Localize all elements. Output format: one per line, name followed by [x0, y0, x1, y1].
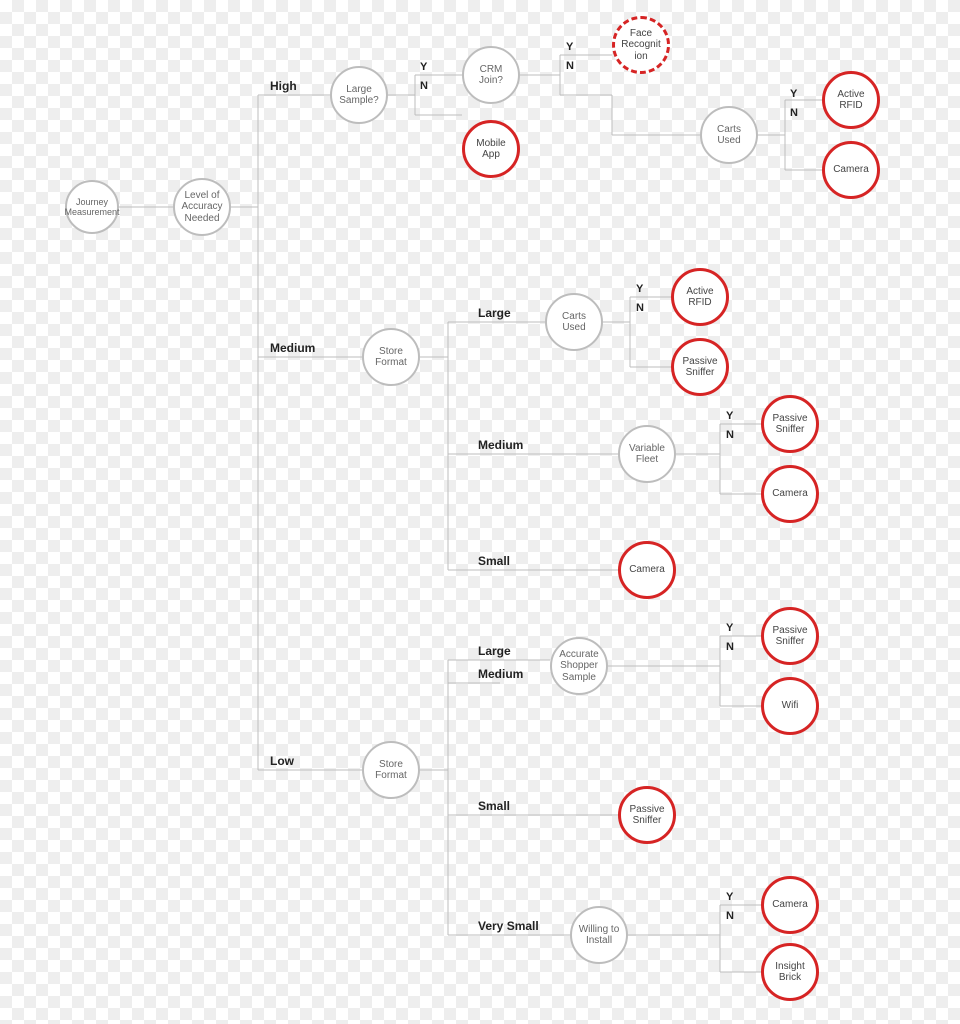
yn-label: Y [636, 283, 643, 295]
yn-label: Y [726, 410, 733, 422]
node-accuracy-needed: Level of Accuracy Needed [173, 178, 231, 236]
branch-medium3: Medium [478, 667, 523, 681]
node-label: Passive Sniffer [768, 413, 812, 436]
yn-label: Y [726, 891, 733, 903]
yn-label: Y [420, 61, 427, 73]
node-label: Insight Brick [768, 961, 812, 984]
yn-label: Y [566, 41, 573, 53]
node-label: Journey Measurement [65, 197, 120, 218]
node-camera-vs: Camera [761, 876, 819, 934]
branch-medium: Medium [270, 341, 315, 355]
node-label: Store Format [368, 759, 414, 782]
yn-label: N [790, 107, 798, 119]
node-insight-brick: Insight Brick [761, 943, 819, 1001]
node-label: Level of Accuracy Needed [179, 190, 225, 225]
node-label: Willing to Install [576, 924, 622, 947]
node-label: Passive Sniffer [768, 625, 812, 648]
branch-large: Large [478, 306, 511, 320]
yn-label: N [726, 641, 734, 653]
node-label: Face Recognit ion [619, 28, 663, 63]
node-camera-vf: Camera [761, 465, 819, 523]
node-label: Camera [629, 564, 665, 576]
node-passive-sniffer-med: Passive Sniffer [671, 338, 729, 396]
node-passive-sniffer-small: Passive Sniffer [618, 786, 676, 844]
branch-large2: Large [478, 644, 511, 658]
node-label: Camera [772, 488, 808, 500]
node-accurate-shopper-sample: Accurate Shopper Sample [550, 637, 608, 695]
yn-label: N [726, 910, 734, 922]
node-store-format-low: Store Format [362, 741, 420, 799]
yn-label: N [636, 302, 644, 314]
node-label: Carts Used [551, 311, 597, 334]
node-large-sample: Large Sample? [330, 66, 388, 124]
node-label: Camera [833, 164, 869, 176]
node-label: Active RFID [678, 286, 722, 309]
node-store-format-med: Store Format [362, 328, 420, 386]
branch-small2: Small [478, 799, 510, 813]
branch-medium2: Medium [478, 438, 523, 452]
node-label: Passive Sniffer [678, 356, 722, 379]
branch-high: High [270, 79, 297, 93]
node-carts-used-high: Carts Used [700, 106, 758, 164]
node-label: CRM Join? [468, 64, 514, 87]
node-carts-used-med: Carts Used [545, 293, 603, 351]
yn-label: N [726, 429, 734, 441]
yn-label: Y [790, 88, 797, 100]
node-mobile-app: Mobile App [462, 120, 520, 178]
node-passive-sniffer-acc: Passive Sniffer [761, 607, 819, 665]
node-label: Large Sample? [336, 84, 382, 107]
node-label: Variable Fleet [624, 443, 670, 466]
node-camera-high: Camera [822, 141, 880, 199]
node-label: Camera [772, 899, 808, 911]
yn-label: Y [726, 622, 733, 634]
node-label: Passive Sniffer [625, 804, 669, 827]
node-journey-measurement: Journey Measurement [65, 180, 119, 234]
node-passive-sniffer-vf: Passive Sniffer [761, 395, 819, 453]
branch-small: Small [478, 554, 510, 568]
node-crm-join: CRM Join? [462, 46, 520, 104]
node-active-rfid-high: Active RFID [822, 71, 880, 129]
yn-label: N [566, 60, 574, 72]
node-variable-fleet: Variable Fleet [618, 425, 676, 483]
branch-low: Low [270, 754, 294, 768]
node-face-recognition: Face Recognit ion [612, 16, 670, 74]
node-active-rfid-med: Active RFID [671, 268, 729, 326]
node-label: Active RFID [829, 89, 873, 112]
node-label: Accurate Shopper Sample [556, 649, 602, 684]
node-wifi: Wifi [761, 677, 819, 735]
node-label: Store Format [368, 346, 414, 369]
node-willing-to-install: Willing to Install [570, 906, 628, 964]
node-camera-small: Camera [618, 541, 676, 599]
branch-vsmall: Very Small [478, 919, 539, 933]
decision-tree: Journey Measurement Level of Accuracy Ne… [0, 0, 960, 1024]
node-label: Wifi [782, 700, 799, 712]
node-label: Mobile App [469, 138, 513, 161]
yn-label: N [420, 80, 428, 92]
node-label: Carts Used [706, 124, 752, 147]
